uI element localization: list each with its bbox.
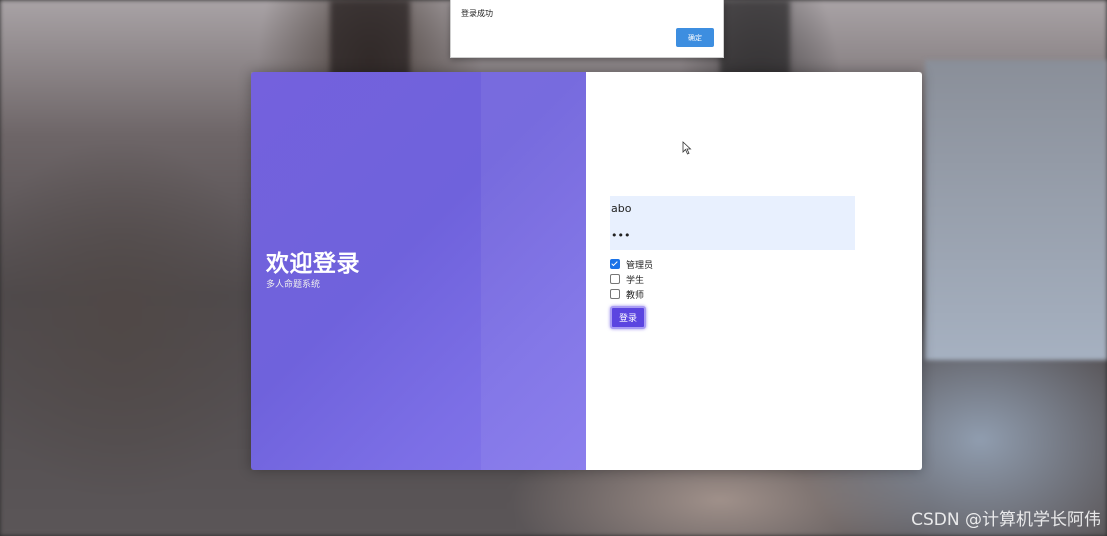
alert-ok-button[interactable]: 确定 [676,28,714,47]
role-checkbox-teacher[interactable] [610,289,620,299]
login-button[interactable]: 登录 [610,306,646,329]
alert-dialog: 登录成功 确定 [450,0,724,58]
password-input[interactable] [610,227,851,243]
welcome-panel: 欢迎登录 多人命题系统 [251,72,586,470]
alert-message: 登录成功 [461,9,493,18]
background-shape [925,60,1107,360]
mouse-cursor-icon [682,141,692,155]
role-option-admin[interactable]: 管理员 [610,257,653,271]
username-input[interactable] [610,200,851,216]
role-option-student[interactable]: 学生 [610,272,644,286]
login-form-panel: 管理员 学生 教师 登录 [586,72,922,470]
welcome-subtitle: 多人命题系统 [266,280,321,290]
role-checkbox-admin[interactable] [610,259,620,269]
welcome-title: 欢迎登录 [266,251,360,277]
credential-fields [610,196,855,250]
role-label-teacher: 教师 [626,290,645,301]
watermark: CSDN @计算机学长阿伟 [911,510,1101,530]
role-label-student: 学生 [626,275,645,286]
role-checkbox-student[interactable] [610,274,620,284]
login-card: 欢迎登录 多人命题系统 管理员 学生 教师 登录 [251,72,922,470]
role-label-admin: 管理员 [626,260,654,271]
panel-sheen [481,72,586,470]
role-option-teacher[interactable]: 教师 [610,287,644,301]
